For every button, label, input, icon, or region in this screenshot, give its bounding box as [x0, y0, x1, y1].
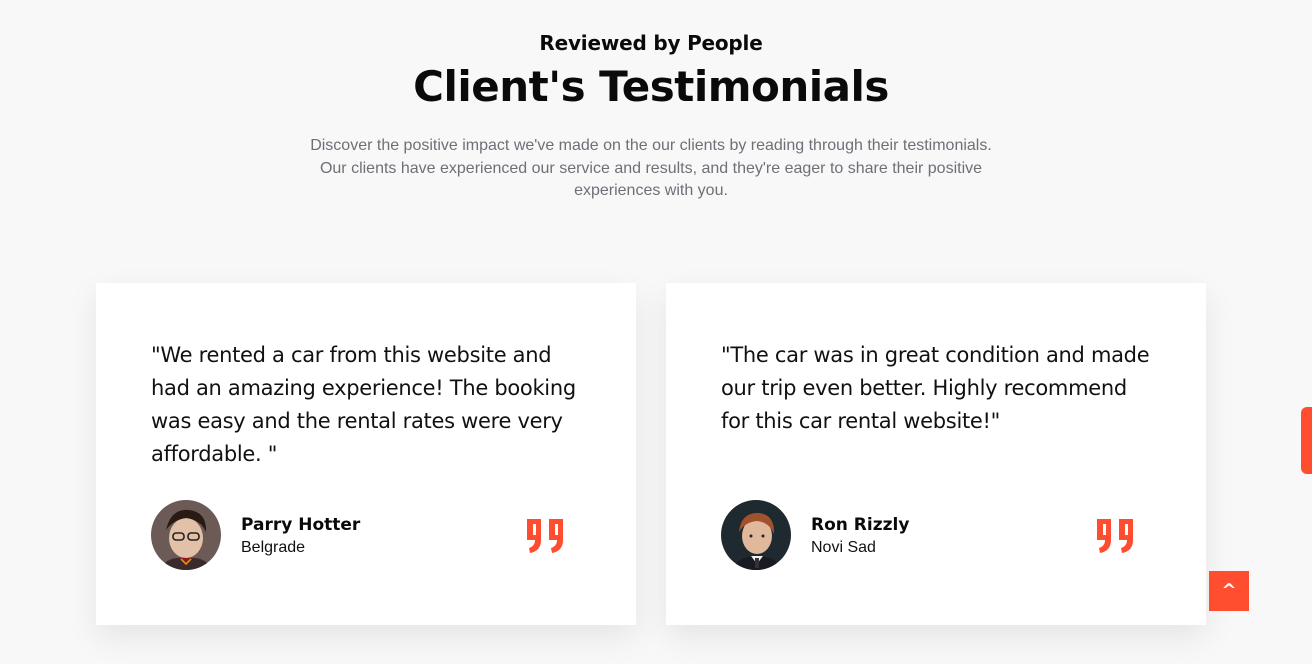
quote-icon — [524, 516, 568, 556]
avatar — [151, 500, 221, 570]
testimonial-quote: "We rented a car from this website and h… — [151, 343, 576, 466]
quote-icon — [1094, 516, 1138, 556]
section-title: Client's Testimonials — [413, 62, 889, 111]
testimonial-quote: "The car was in great condition and made… — [721, 343, 1150, 433]
testimonials-section: Reviewed by People Client's Testimonials… — [0, 0, 1312, 664]
author-city: Belgrade — [241, 539, 306, 556]
testimonial-card: "We rented a car from this website and h… — [96, 283, 636, 625]
author-city: Novi Sad — [811, 539, 876, 556]
author-name: Ron Rizzly — [811, 515, 910, 535]
author-name: Parry Hotter — [241, 515, 361, 535]
scrollbar-thumb[interactable] — [1301, 407, 1312, 474]
avatar — [721, 500, 791, 570]
section-description: Discover the positive impact we've made … — [310, 137, 992, 199]
section-subtitle: Reviewed by People — [539, 31, 763, 55]
testimonial-card: "The car was in great condition and made… — [666, 283, 1206, 625]
scroll-to-top-button[interactable]: ^ — [1209, 571, 1249, 611]
chevron-up-icon: ^ — [1221, 580, 1237, 601]
